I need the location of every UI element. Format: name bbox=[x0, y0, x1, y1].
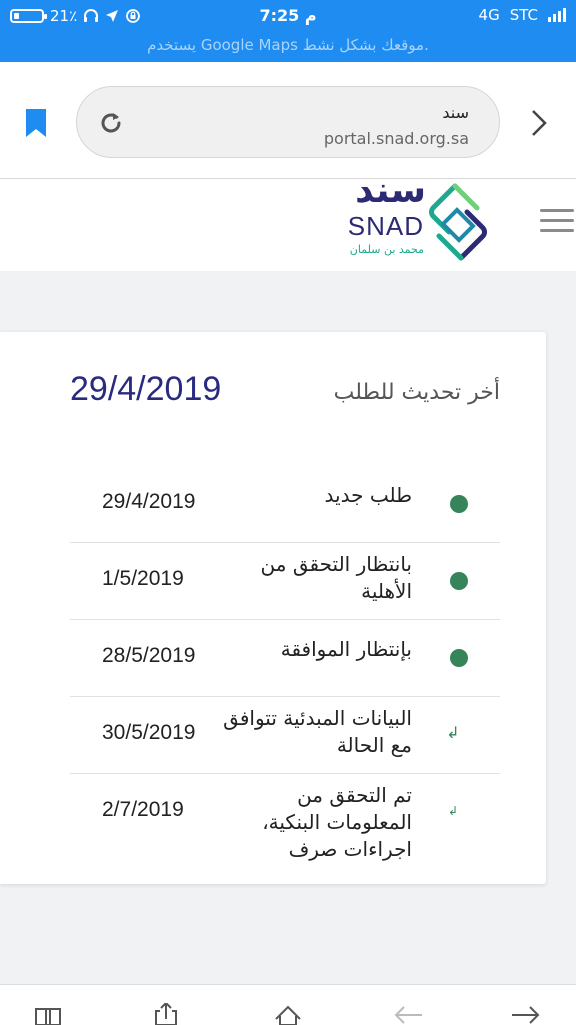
last-update-date: 29/4/2019 bbox=[70, 370, 222, 408]
step-status: البيانات المبدئية تتوافق مع الحالة bbox=[223, 706, 412, 757]
browser-toolbar bbox=[0, 984, 576, 1025]
step-status: طلب جديد bbox=[324, 483, 412, 507]
carrier-name: STC bbox=[509, 6, 538, 24]
logo-arabic: سند bbox=[355, 170, 426, 211]
step-complete-dot-icon bbox=[450, 649, 468, 667]
network-type: 4G bbox=[478, 6, 500, 24]
maps-location-banner[interactable]: يستخدم Google Maps موقعك بشكل نشط. bbox=[0, 36, 576, 54]
timeline-row: ↲ البيانات المبدئية تتوافق مع الحالة 30/… bbox=[70, 697, 500, 774]
bookmark-icon[interactable] bbox=[24, 109, 48, 137]
page-title: سند bbox=[442, 103, 469, 122]
share-icon[interactable] bbox=[150, 1003, 182, 1025]
step-status: بإنتظار الموافقة bbox=[280, 637, 412, 661]
status-bar: 21٪ 7:25 م 4G STC يستخدم Google Maps موق… bbox=[0, 0, 576, 62]
forward-arrow-icon[interactable] bbox=[510, 1003, 542, 1025]
hamburger-menu-icon[interactable] bbox=[540, 209, 574, 235]
step-complete-dot-icon bbox=[450, 572, 468, 590]
last-update-label: أخر تحديث للطلب bbox=[333, 380, 500, 405]
snad-logo-mark-icon bbox=[429, 183, 487, 261]
step-date: 1/5/2019 bbox=[102, 567, 184, 590]
page-host: portal.snad.org.sa bbox=[323, 129, 469, 148]
back-arrow-icon[interactable] bbox=[392, 1003, 424, 1025]
logo-english: SNAD bbox=[347, 211, 424, 241]
step-date: 30/5/2019 bbox=[102, 721, 196, 744]
step-status: تم التحقق من المعلومات البنكية، اجراءات … bbox=[262, 783, 412, 861]
reload-icon[interactable] bbox=[97, 109, 125, 137]
timeline-row: طلب جديد 29/4/2019 bbox=[70, 466, 500, 543]
step-date: 2/7/2019 bbox=[102, 798, 184, 821]
step-status: بانتظار التحقق من الأهلية bbox=[260, 552, 412, 603]
status-timeline: طلب جديد 29/4/2019 بانتظار التحقق من الأ… bbox=[70, 466, 500, 861]
chevron-right-icon[interactable] bbox=[528, 108, 550, 138]
timeline-row: بانتظار التحقق من الأهلية 1/5/2019 bbox=[70, 543, 500, 620]
step-date: 29/4/2019 bbox=[102, 490, 196, 513]
timeline-row: بإنتظار الموافقة 28/5/2019 bbox=[70, 620, 500, 697]
return-arrow-icon: ↲ bbox=[446, 723, 460, 742]
step-date: 28/5/2019 bbox=[102, 644, 196, 667]
address-bar[interactable]: سند portal.snad.org.sa bbox=[76, 86, 500, 158]
status-right: 4G STC bbox=[479, 6, 566, 24]
step-complete-dot-icon bbox=[450, 495, 468, 513]
site-header: سند SNAD محمد بن سلمان bbox=[0, 173, 576, 271]
request-status-card: أخر تحديث للطلب 29/4/2019 طلب جديد 29/4/… bbox=[0, 332, 546, 884]
home-icon[interactable] bbox=[272, 1003, 304, 1025]
logo-tagline: محمد بن سلمان bbox=[349, 243, 424, 256]
return-arrow-icon: ↲ bbox=[447, 804, 459, 818]
signal-bars-icon bbox=[548, 8, 566, 22]
browser-url-area: سند portal.snad.org.sa bbox=[0, 62, 576, 179]
timeline-row: ↲ تم التحقق من المعلومات البنكية، اجراءا… bbox=[70, 774, 500, 861]
tabs-icon[interactable] bbox=[32, 1003, 64, 1025]
